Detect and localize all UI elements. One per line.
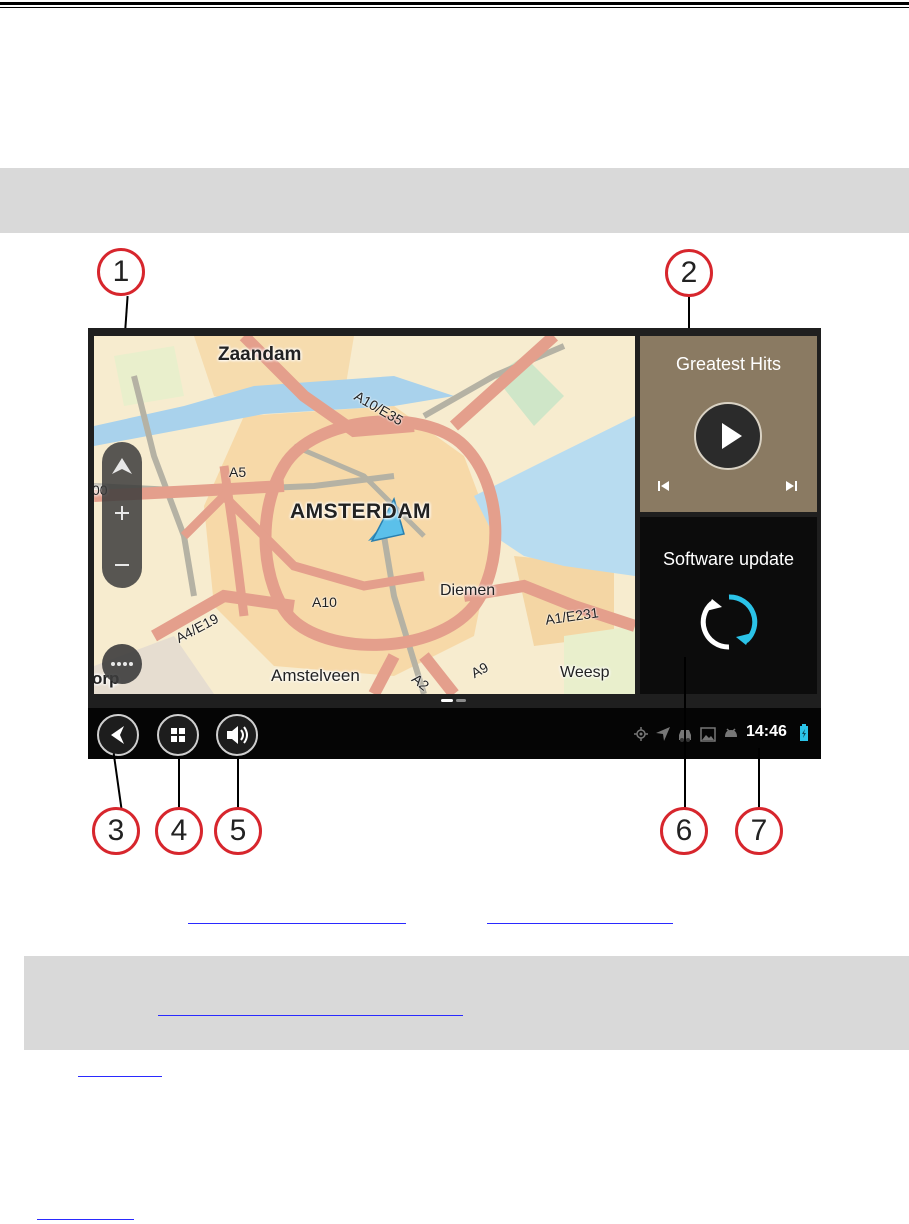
music-title: Greatest Hits [675, 354, 782, 374]
volume-icon [227, 726, 248, 744]
status-time: 14:46 [746, 723, 787, 740]
apps-button[interactable] [157, 714, 199, 756]
zoom-in-icon[interactable] [102, 498, 142, 528]
back-icon [111, 726, 124, 744]
android-icon [722, 726, 740, 742]
image-icon [700, 727, 716, 742]
link-underline-3[interactable] [158, 1015, 463, 1016]
page-indicator [456, 699, 466, 702]
note-box-top [0, 168, 909, 233]
map-label-amstelveen: Amstelveen [271, 666, 360, 685]
page-indicator-active [441, 699, 453, 702]
location-icon [633, 726, 649, 742]
header-rule-thin [0, 7, 909, 8]
music-panel[interactable]: Greatest Hits [640, 336, 817, 512]
map-view[interactable]: Zaandam AMSTERDAM Diemen Amstelveen Wees… [94, 336, 635, 694]
software-update-panel[interactable]: Software update [640, 517, 817, 694]
callout-5: 5 [214, 807, 262, 855]
zoom-controls [102, 442, 142, 588]
play-icon[interactable] [694, 402, 762, 470]
callout-5-leader [237, 756, 239, 811]
header-rule [0, 2, 909, 5]
navigation-icon [655, 726, 671, 742]
more-icon[interactable] [102, 644, 142, 684]
callout-3-leader [112, 753, 124, 815]
callout-1: 1 [97, 248, 145, 296]
map-label-weesp: Weesp [560, 664, 610, 681]
apps-icon [171, 728, 185, 742]
link-underline-2[interactable] [487, 923, 673, 924]
callout-4-leader [178, 756, 180, 811]
back-button[interactable] [97, 714, 139, 756]
road-label-a5: A5 [229, 464, 247, 480]
refresh-icon [696, 589, 762, 655]
map-label-zaandam: Zaandam [218, 344, 302, 365]
road-label-a10: A10 [312, 594, 337, 610]
software-update-title: Software update [662, 549, 795, 569]
callout-6: 6 [660, 807, 708, 855]
callout-7-leader [758, 748, 760, 810]
link-underline-4[interactable] [78, 1076, 162, 1077]
battery-icon [799, 724, 809, 742]
map-label-diemen: Diemen [440, 582, 496, 599]
callout-7: 7 [735, 807, 783, 855]
callout-2: 2 [665, 249, 713, 297]
zoom-out-icon[interactable] [102, 550, 142, 580]
note-box-bottom [24, 956, 909, 1050]
callout-4: 4 [155, 807, 203, 855]
volume-button[interactable] [216, 714, 258, 756]
callout-3: 3 [92, 807, 140, 855]
compass-icon[interactable] [102, 452, 142, 482]
next-track-icon[interactable] [783, 478, 799, 494]
callout-6-leader [684, 657, 686, 812]
map-label-amsterdam: AMSTERDAM [290, 500, 431, 523]
previous-track-icon[interactable] [656, 478, 672, 494]
link-underline-1[interactable] [188, 923, 406, 924]
link-underline-5[interactable] [37, 1219, 134, 1220]
